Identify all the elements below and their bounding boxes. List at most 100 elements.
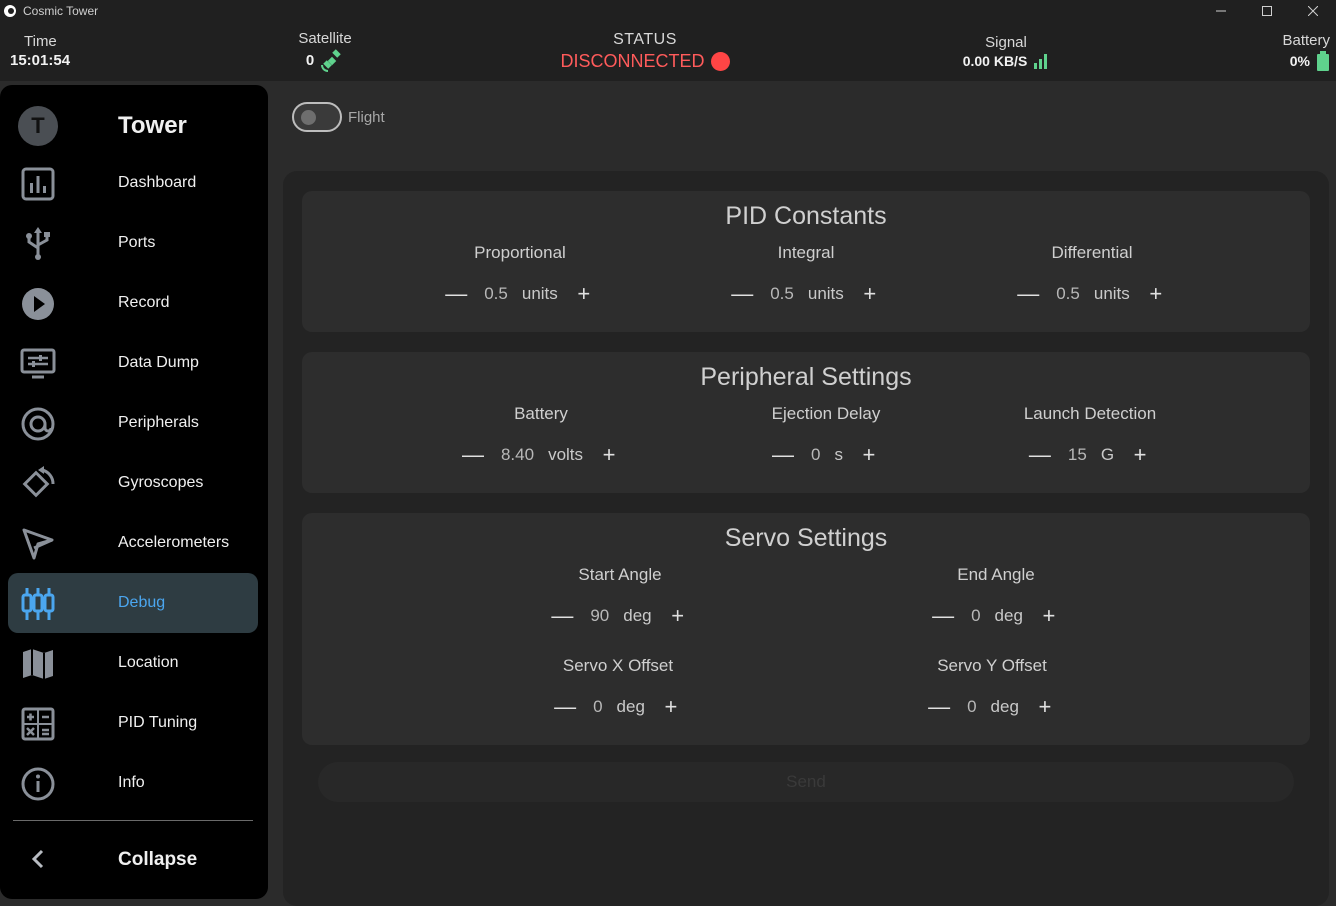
toggle-knob bbox=[301, 110, 316, 125]
decrement-button[interactable]: — bbox=[551, 694, 579, 720]
card-title: Peripheral Settings bbox=[700, 363, 912, 391]
sidebar-item-label: Data Dump bbox=[118, 354, 199, 371]
increment-button[interactable]: + bbox=[1035, 603, 1063, 629]
stepper-value[interactable]: 0 bbox=[971, 606, 980, 626]
decrement-button[interactable]: — bbox=[1014, 281, 1042, 307]
decrement-button[interactable]: — bbox=[1026, 442, 1054, 468]
increment-button[interactable]: + bbox=[570, 281, 598, 307]
info-icon bbox=[21, 767, 55, 801]
sidebar-item-gyroscopes[interactable]: Gyroscopes bbox=[8, 453, 258, 513]
field-label: Battery bbox=[514, 404, 568, 423]
sidebar-item-dashboard[interactable]: Dashboard bbox=[8, 153, 258, 213]
sidebar-item-label: PID Tuning bbox=[118, 714, 198, 731]
map-icon bbox=[23, 649, 53, 679]
sidebar-item-peripherals[interactable]: Peripherals bbox=[8, 393, 258, 453]
flight-toggle[interactable] bbox=[292, 102, 342, 132]
launch-detection-field: Launch Detection — 15 G + bbox=[990, 404, 1190, 468]
window-controls bbox=[1198, 0, 1336, 21]
decrement-button[interactable]: — bbox=[929, 603, 957, 629]
increment-button[interactable]: + bbox=[1142, 281, 1170, 307]
proportional-stepper: — 0.5 units + bbox=[420, 281, 620, 307]
stepper-value[interactable]: 0.5 bbox=[484, 284, 508, 304]
stepper-value[interactable]: 90 bbox=[590, 606, 609, 626]
increment-button[interactable]: + bbox=[664, 603, 692, 629]
decrement-button[interactable]: — bbox=[925, 694, 953, 720]
maximize-icon bbox=[1262, 5, 1272, 16]
sidebar-item-label: Info bbox=[118, 774, 145, 791]
rotate-icon bbox=[22, 466, 55, 498]
battery-stepper: — 8.40 volts + bbox=[441, 442, 641, 468]
decrement-button[interactable]: — bbox=[442, 281, 470, 307]
signal-stat: Signal 0.00 KB/S bbox=[950, 21, 1062, 81]
stepper-unit: s bbox=[834, 445, 843, 464]
start-angle-field: Start Angle — 90 deg + bbox=[520, 565, 720, 629]
chevron-left-icon bbox=[31, 849, 44, 869]
battery-value: 0% bbox=[1289, 52, 1310, 69]
sidebar-item-accelerometers[interactable]: Accelerometers bbox=[8, 513, 258, 573]
sidebar-item-ports[interactable]: Ports bbox=[8, 213, 258, 273]
increment-button[interactable]: + bbox=[595, 442, 623, 468]
stepper-value[interactable]: 8.40 bbox=[501, 445, 534, 465]
stepper-value[interactable]: 15 bbox=[1068, 445, 1087, 465]
maximize-button[interactable] bbox=[1244, 0, 1290, 21]
decrement-button[interactable]: — bbox=[769, 442, 797, 468]
decrement-button[interactable]: — bbox=[459, 442, 487, 468]
sidebar-item-label: Peripherals bbox=[118, 414, 199, 431]
satellite-icon bbox=[321, 48, 341, 72]
minimize-button[interactable] bbox=[1198, 0, 1244, 21]
stepper-value[interactable]: 0 bbox=[967, 697, 976, 717]
end-angle-field: End Angle — 0 deg + bbox=[896, 565, 1096, 629]
collapse-button[interactable]: Collapse bbox=[8, 830, 258, 890]
decrement-button[interactable]: — bbox=[728, 281, 756, 307]
send-button[interactable]: Send bbox=[318, 762, 1294, 802]
stepper-value[interactable]: 0.5 bbox=[770, 284, 794, 304]
increment-button[interactable]: + bbox=[1031, 694, 1059, 720]
battery-stat: Battery 0% bbox=[1268, 21, 1330, 81]
stepper-unit: deg bbox=[623, 606, 652, 625]
sidebar-item-debug[interactable]: Debug bbox=[8, 573, 258, 633]
differential-field: Differential — 0.5 units + bbox=[992, 243, 1192, 307]
increment-button[interactable]: + bbox=[855, 442, 883, 468]
flight-toggle-row: Flight bbox=[292, 102, 385, 132]
stepper-unit: volts bbox=[548, 445, 584, 464]
peripheral-settings-card: Peripheral Settings Battery — 8.40 volts… bbox=[302, 352, 1310, 493]
signal-label: Signal bbox=[985, 33, 1027, 51]
satellite-count: 0 bbox=[305, 52, 315, 69]
sidebar-item-record[interactable]: Record bbox=[8, 273, 258, 333]
status-value: DISCONNECTED bbox=[560, 50, 705, 71]
sidebar-item-label: Accelerometers bbox=[118, 534, 230, 551]
satellite-label: Satellite bbox=[298, 29, 352, 47]
decrement-button[interactable]: — bbox=[548, 603, 576, 629]
chart-icon bbox=[21, 167, 55, 201]
sidebar-title: Tower bbox=[118, 112, 187, 139]
stepper-value[interactable]: 0 bbox=[593, 697, 602, 717]
servo-settings-card: Servo Settings Start Angle — 90 deg + En… bbox=[302, 513, 1310, 745]
monitor-icon bbox=[20, 348, 56, 379]
stepper-value[interactable]: 0 bbox=[811, 445, 820, 465]
sidebar-item-location[interactable]: Location bbox=[8, 633, 258, 693]
increment-button[interactable]: + bbox=[856, 281, 884, 307]
field-label: Start Angle bbox=[578, 565, 662, 584]
close-button[interactable] bbox=[1290, 0, 1336, 21]
sidebar-item-info[interactable]: Info bbox=[8, 753, 258, 813]
battery-icon bbox=[1317, 50, 1329, 71]
avatar[interactable]: T bbox=[18, 106, 58, 146]
sidebar-item-data-dump[interactable]: Data Dump bbox=[8, 333, 258, 393]
sidebar-item-label: Gyroscopes bbox=[118, 474, 204, 491]
battery-field: Battery — 8.40 volts + bbox=[441, 404, 641, 468]
field-label: End Angle bbox=[957, 565, 1035, 584]
stepper-unit: G bbox=[1100, 445, 1115, 464]
ejection-delay-stepper: — 0 s + bbox=[726, 442, 926, 468]
connection-status: STATUS DISCONNECTED bbox=[560, 21, 730, 81]
sidebar-item-pid-tuning[interactable]: PID Tuning bbox=[8, 693, 258, 753]
time-stat: Time 15:01:54 bbox=[10, 21, 70, 81]
stepper-unit: deg bbox=[990, 697, 1019, 716]
card-title: Servo Settings bbox=[724, 524, 888, 552]
differential-stepper: — 0.5 units + bbox=[992, 281, 1192, 307]
increment-button[interactable]: + bbox=[1126, 442, 1154, 468]
status-bar: Time 15:01:54 Satellite 0 STATUS DISCONN… bbox=[0, 21, 1336, 81]
increment-button[interactable]: + bbox=[657, 694, 685, 720]
field-label: Proportional bbox=[474, 243, 566, 262]
ejection-delay-field: Ejection Delay — 0 s + bbox=[726, 404, 926, 468]
stepper-value[interactable]: 0.5 bbox=[1056, 284, 1080, 304]
